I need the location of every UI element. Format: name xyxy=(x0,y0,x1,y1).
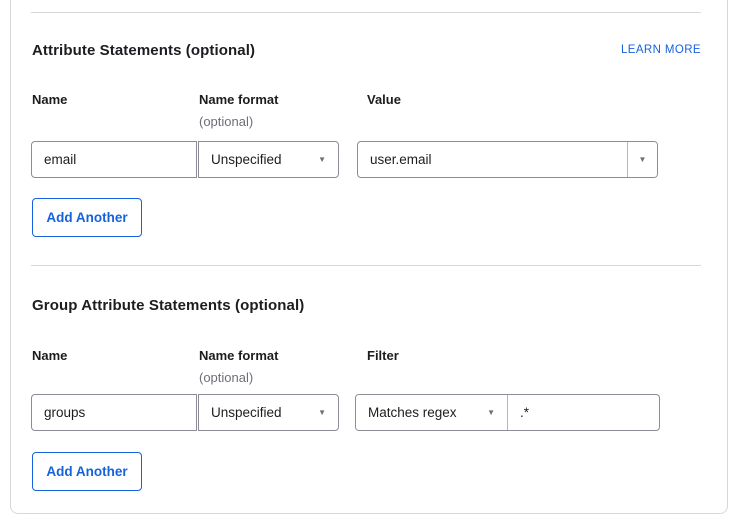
attr-add-another-button[interactable]: Add Another xyxy=(32,198,142,237)
section-divider xyxy=(31,265,701,266)
group-col-header-name-format-hint: (optional) xyxy=(199,370,253,385)
attr-col-header-name: Name xyxy=(32,92,67,107)
group-col-header-name-format: Name format xyxy=(199,348,278,363)
group-col-header-name: Name xyxy=(32,348,67,363)
dropdown-arrow-icon: ▼ xyxy=(318,156,326,164)
attr-name-input[interactable] xyxy=(31,141,197,178)
attr-value-combo: ▼ xyxy=(357,141,658,178)
group-attribute-statements-title: Group Attribute Statements (optional) xyxy=(32,297,304,314)
settings-card xyxy=(10,0,728,514)
attr-value-dropdown-button[interactable]: ▼ xyxy=(627,142,657,177)
attribute-statements-title: Attribute Statements (optional) xyxy=(32,42,255,59)
attr-col-header-value: Value xyxy=(367,92,401,107)
group-filter-combo: Matches regex ▼ xyxy=(355,394,660,431)
attr-value-input[interactable] xyxy=(358,142,627,177)
group-add-another-button[interactable]: Add Another xyxy=(32,452,142,491)
saml-settings-page: Attribute Statements (optional) LEARN MO… xyxy=(0,0,737,530)
group-filter-type-value: Matches regex xyxy=(368,405,457,420)
group-name-format-select[interactable]: Unspecified ▼ xyxy=(198,394,339,431)
group-col-header-filter: Filter xyxy=(367,348,399,363)
group-filter-value-input[interactable] xyxy=(508,395,659,430)
attr-name-format-value: Unspecified xyxy=(211,152,282,167)
learn-more-link[interactable]: LEARN MORE xyxy=(621,44,701,56)
dropdown-arrow-icon: ▼ xyxy=(318,409,326,417)
top-divider xyxy=(31,12,701,13)
attr-col-header-name-format: Name format xyxy=(199,92,278,107)
dropdown-arrow-icon: ▼ xyxy=(487,409,495,417)
group-name-input[interactable] xyxy=(31,394,197,431)
attr-col-header-name-format-hint: (optional) xyxy=(199,114,253,129)
attr-name-format-select[interactable]: Unspecified ▼ xyxy=(198,141,339,178)
group-name-format-value: Unspecified xyxy=(211,405,282,420)
dropdown-arrow-icon: ▼ xyxy=(639,156,647,164)
group-filter-type-select[interactable]: Matches regex ▼ xyxy=(356,395,508,430)
